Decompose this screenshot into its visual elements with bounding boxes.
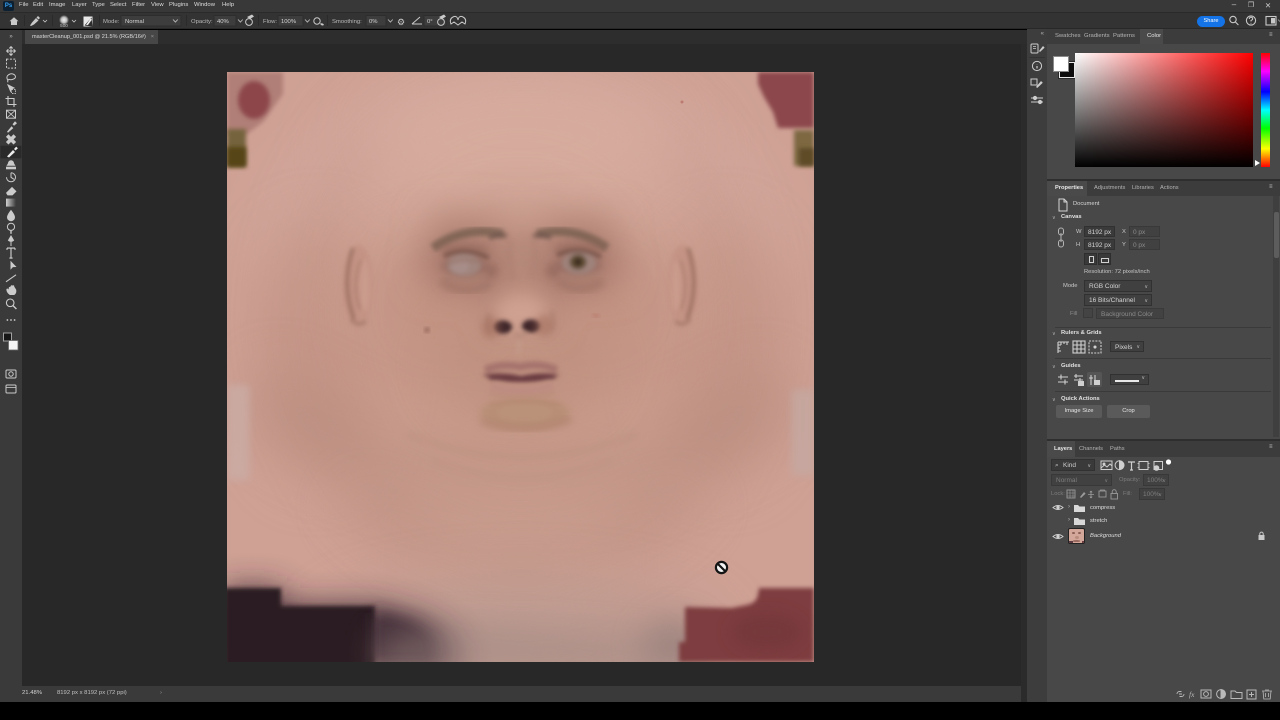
svg-text:fx: fx — [1189, 690, 1195, 699]
svg-text:0%: 0% — [369, 19, 378, 25]
svg-text:500: 500 — [60, 23, 68, 28]
svg-text:100%: 100% — [281, 19, 297, 25]
svg-text:Smoothing:: Smoothing: — [332, 19, 362, 25]
svg-text:0°: 0° — [427, 19, 433, 25]
svg-text:Flow:: Flow: — [263, 19, 277, 25]
svg-text:Opacity:: Opacity: — [191, 19, 213, 25]
svg-text:Normal: Normal — [125, 19, 144, 25]
svg-text:⚙: ⚙ — [397, 17, 405, 27]
svg-text:40%: 40% — [217, 19, 230, 25]
svg-text:Mode:: Mode: — [103, 19, 120, 25]
